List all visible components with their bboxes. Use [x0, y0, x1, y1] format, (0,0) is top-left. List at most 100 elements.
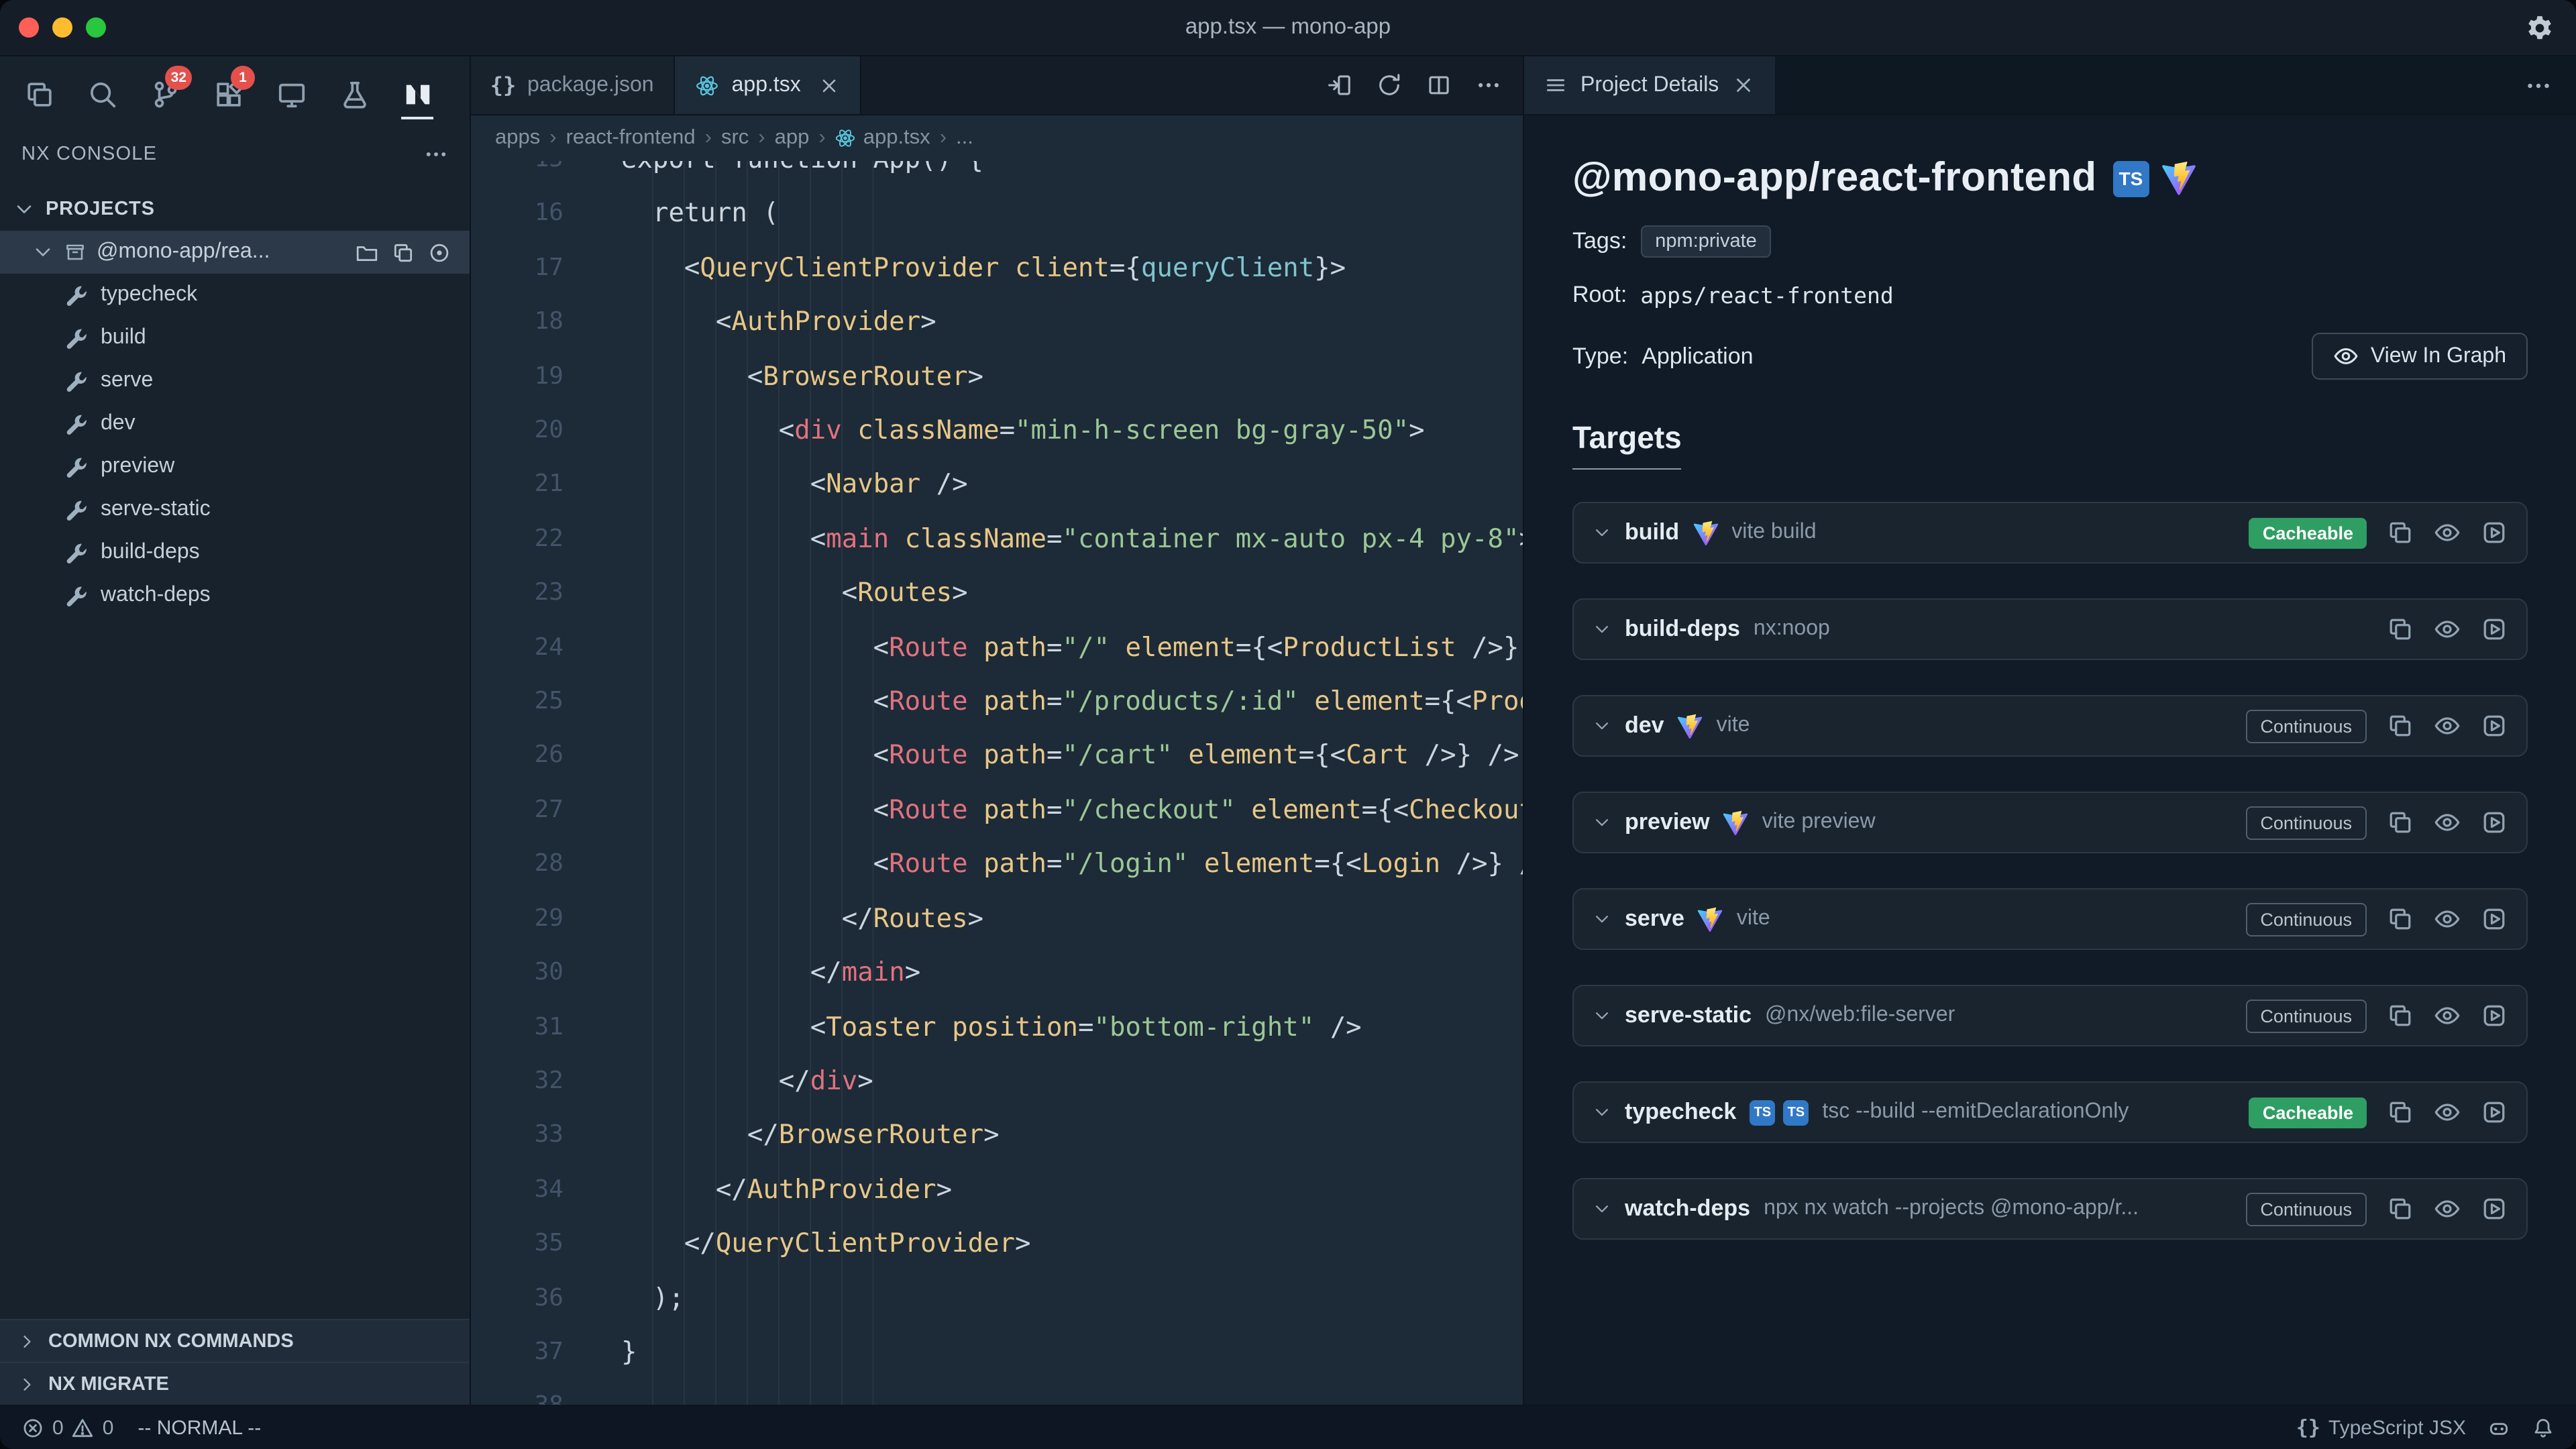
line-number: 25 — [471, 675, 564, 729]
sidebar-more-actions-icon[interactable] — [424, 142, 448, 166]
activity-item-explorer[interactable] — [16, 64, 62, 123]
eye-icon[interactable] — [2434, 906, 2461, 932]
play-icon[interactable] — [2481, 519, 2508, 546]
tree-item-typecheck[interactable]: typecheck — [0, 274, 470, 317]
chevron-down-icon[interactable] — [1593, 620, 1611, 639]
eye-icon[interactable] — [2434, 519, 2461, 546]
view-in-graph-button[interactable]: View In Graph — [2312, 333, 2528, 380]
target-row-typecheck[interactable]: typecheck TSTS tsc --build --emitDeclara… — [1572, 1081, 2528, 1143]
target-row-build-deps[interactable]: build-deps nx:noop — [1572, 598, 2528, 660]
minimize-window-button[interactable] — [52, 17, 72, 38]
breadcrumb-item[interactable]: src — [721, 126, 749, 150]
target-name: preview — [1625, 809, 1710, 836]
breadcrumb-item[interactable]: apps — [495, 126, 540, 150]
titlebar: app.tsx — mono-app — [0, 0, 2576, 56]
activity-item-remote-explorer[interactable] — [268, 64, 314, 123]
play-icon[interactable] — [2481, 1002, 2508, 1029]
breadcrumb-item[interactable]: react-frontend — [566, 126, 696, 150]
chevron-down-icon[interactable] — [1593, 523, 1611, 542]
copy-icon[interactable] — [2387, 616, 2414, 643]
tree-item-build[interactable]: build — [0, 317, 470, 360]
eye-icon[interactable] — [2434, 1099, 2461, 1126]
folder-icon[interactable] — [356, 241, 378, 264]
tree-item-dev[interactable]: dev — [0, 402, 470, 445]
chevron-down-icon[interactable] — [1593, 1006, 1611, 1025]
play-icon[interactable] — [2481, 616, 2508, 643]
breadcrumb-item[interactable]: app — [775, 126, 810, 150]
line-number: 33 — [471, 1109, 564, 1163]
tree-item-project[interactable]: @mono-app/rea... — [0, 231, 470, 274]
copy-icon[interactable] — [2387, 1195, 2414, 1222]
target-row-dev[interactable]: dev vite Continuous — [1572, 695, 2528, 757]
chevron-down-icon[interactable] — [1593, 716, 1611, 735]
target-row-build[interactable]: build vite build Cacheable — [1572, 502, 2528, 564]
activity-item-testing[interactable] — [331, 64, 377, 123]
code-line: 18 <AuthProvider> — [471, 295, 1523, 350]
problems-indicator[interactable]: 0 0 — [21, 1416, 113, 1439]
type-value: Application — [1642, 343, 1753, 370]
activity-item-search[interactable] — [79, 64, 125, 123]
tab-package.json[interactable]: {}package.json — [471, 56, 676, 114]
chevron-down-icon[interactable] — [1593, 1103, 1611, 1122]
copilot-icon[interactable] — [2487, 1416, 2510, 1439]
activity-item-nx-console[interactable] — [394, 64, 440, 123]
tree-item-preview[interactable]: preview — [0, 445, 470, 488]
sidebar-section-nx-migrate[interactable]: NX MIGRATE — [0, 1362, 470, 1405]
tab-project-details[interactable]: Project Details — [1524, 56, 1775, 114]
more-actions-icon[interactable] — [1476, 72, 1501, 98]
close-icon[interactable] — [818, 74, 840, 96]
eye-icon[interactable] — [2434, 809, 2461, 836]
open-changes-icon[interactable] — [1327, 72, 1352, 98]
eye-icon[interactable] — [2434, 1195, 2461, 1222]
play-icon[interactable] — [2481, 712, 2508, 739]
play-icon[interactable] — [2481, 809, 2508, 836]
notifications-bell-icon[interactable] — [2532, 1416, 2555, 1439]
settings-gear-icon[interactable] — [2525, 13, 2555, 42]
copy-icon[interactable] — [2387, 712, 2414, 739]
breadcrumb[interactable]: apps›react-frontend›src›app›app.tsx›... — [471, 115, 1523, 161]
target-row-serve[interactable]: serve vite Continuous — [1572, 888, 2528, 950]
eye-icon[interactable] — [2434, 712, 2461, 739]
search-icon — [87, 78, 117, 109]
language-mode[interactable]: {} TypeScript JSX — [2296, 1416, 2466, 1439]
tree-section-projects[interactable]: PROJECTS — [0, 188, 470, 231]
zoom-window-button[interactable] — [86, 17, 106, 38]
chevron-down-icon[interactable] — [1593, 910, 1611, 928]
split-editor-icon[interactable] — [1426, 72, 1452, 98]
refresh-icon[interactable] — [1377, 72, 1402, 98]
code-editor[interactable]: 15export function App() {16 return (17 <… — [471, 161, 1523, 1405]
activity-item-source-control[interactable]: 32 — [142, 64, 188, 123]
target-row-preview[interactable]: preview vite preview Continuous — [1572, 792, 2528, 853]
play-icon[interactable] — [2481, 906, 2508, 932]
close-window-button[interactable] — [19, 17, 39, 38]
breadcrumb-item[interactable]: ... — [956, 126, 973, 150]
panel-more-actions-icon[interactable] — [2525, 72, 2552, 99]
tree-item-serve-static[interactable]: serve-static — [0, 488, 470, 531]
breadcrumb-item[interactable]: app.tsx — [835, 126, 930, 150]
eye-icon[interactable] — [2434, 1002, 2461, 1029]
tree-item-build-deps[interactable]: build-deps — [0, 531, 470, 574]
target-row-serve-static[interactable]: serve-static @nx/web:file-server Continu… — [1572, 985, 2528, 1046]
code-line: 22 <main className="container mx-auto px… — [471, 513, 1523, 567]
play-icon[interactable] — [2481, 1099, 2508, 1126]
copy-icon[interactable] — [2387, 1099, 2414, 1126]
tab-app.tsx[interactable]: app.tsx — [676, 56, 861, 114]
activity-item-extensions[interactable]: 1 — [205, 64, 251, 123]
tree-item-watch-deps[interactable]: watch-deps — [0, 574, 470, 617]
play-icon[interactable] — [2481, 1195, 2508, 1222]
copy-icon[interactable] — [2387, 906, 2414, 932]
target-icon[interactable] — [428, 241, 451, 264]
close-icon[interactable] — [1732, 74, 1755, 97]
copy-icon[interactable] — [2387, 1002, 2414, 1029]
chevron-down-icon[interactable] — [1593, 813, 1611, 832]
tree-item-serve[interactable]: serve — [0, 360, 470, 402]
status-bar: 0 0 -- NORMAL -- {} TypeScript JSX — [0, 1405, 2576, 1449]
eye-icon[interactable] — [2434, 616, 2461, 643]
chevron-down-icon[interactable] — [1593, 1199, 1611, 1218]
copy-icon[interactable] — [392, 241, 415, 264]
target-row-watch-deps[interactable]: watch-deps npx nx watch --projects @mono… — [1572, 1178, 2528, 1240]
line-number: 37 — [471, 1326, 564, 1380]
copy-icon[interactable] — [2387, 809, 2414, 836]
sidebar-section-common-nx-commands[interactable]: COMMON NX COMMANDS — [0, 1319, 470, 1362]
copy-icon[interactable] — [2387, 519, 2414, 546]
